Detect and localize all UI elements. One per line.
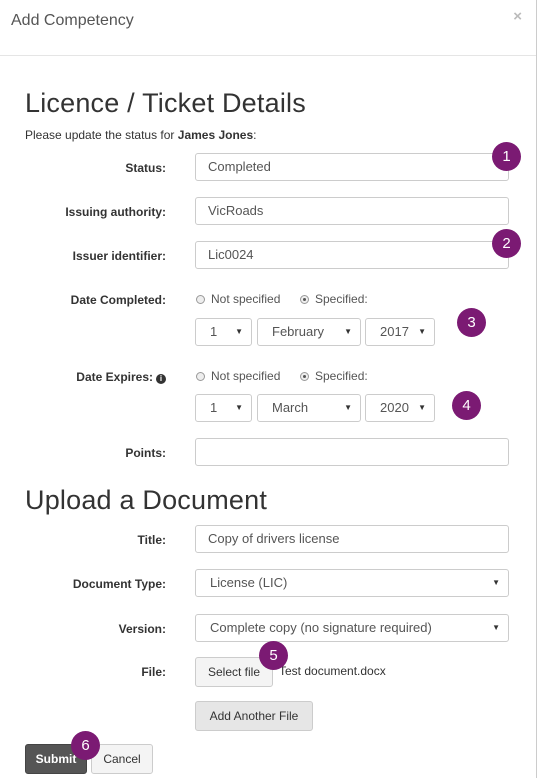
radio-icon <box>196 372 205 381</box>
issuing-authority-label: Issuing authority: <box>65 205 166 219</box>
caret-down-icon: ▼ <box>418 327 426 336</box>
title-label: Title: <box>137 533 166 547</box>
expires-specified-label: Specified: <box>315 369 368 383</box>
dialog-header: Add Competency × <box>0 0 536 56</box>
caret-down-icon: ▼ <box>492 623 500 632</box>
licence-heading: Licence / Ticket Details <box>25 88 306 118</box>
intro-text: Please update the status for James Jones… <box>25 128 257 142</box>
completed-day-select[interactable]: 1 ▼ <box>195 318 252 346</box>
points-label: Points: <box>125 446 166 460</box>
expires-not-specified-label: Not specified <box>211 369 281 383</box>
caret-down-icon: ▼ <box>235 327 243 336</box>
radio-selected-icon <box>300 372 309 381</box>
file-label: File: <box>141 665 166 679</box>
close-icon[interactable]: × <box>513 8 522 25</box>
expires-year-select[interactable]: 2020 ▼ <box>365 394 435 422</box>
intro-suffix: : <box>253 128 257 142</box>
callout-badge-3: 3 <box>457 308 486 337</box>
date-completed-label: Date Completed: <box>70 293 166 307</box>
info-icon[interactable]: i <box>156 374 166 384</box>
callout-badge-1: 1 <box>492 142 521 171</box>
status-label: Status: <box>125 161 166 175</box>
dialog-title: Add Competency <box>11 12 134 29</box>
caret-down-icon: ▼ <box>235 403 243 412</box>
file-name: Test document.docx <box>279 664 386 678</box>
completed-not-specified-label: Not specified <box>211 292 281 306</box>
callout-badge-4: 4 <box>452 391 481 420</box>
caret-down-icon: ▼ <box>492 578 500 587</box>
expires-not-specified-option[interactable]: Not specified <box>196 369 280 383</box>
intro-name: James Jones <box>177 128 254 142</box>
issuing-authority-input[interactable]: VicRoads <box>195 197 509 225</box>
add-competency-dialog: Add Competency × Licence / Ticket Detail… <box>0 0 537 778</box>
points-input[interactable] <box>195 438 509 466</box>
document-type-label: Document Type: <box>72 577 166 591</box>
callout-badge-6: 6 <box>71 731 100 760</box>
version-label: Version: <box>118 622 166 636</box>
caret-down-icon: ▼ <box>344 327 352 336</box>
completed-specified-label: Specified: <box>315 292 368 306</box>
completed-not-specified-option[interactable]: Not specified <box>196 292 280 306</box>
caret-down-icon: ▼ <box>418 403 426 412</box>
add-another-file-button[interactable]: Add Another File <box>195 701 313 731</box>
expires-day-select[interactable]: 1 ▼ <box>195 394 252 422</box>
date-expires-label: Date Expires: i <box>76 370 166 384</box>
radio-icon <box>196 295 205 304</box>
callout-badge-2: 2 <box>492 229 521 258</box>
status-field[interactable]: Completed <box>195 153 509 181</box>
expires-year-value: 2020 <box>380 400 409 415</box>
document-type-select[interactable]: License (LIC) ▼ <box>195 569 509 597</box>
document-type-value: License (LIC) <box>210 575 288 590</box>
upload-heading: Upload a Document <box>25 485 268 515</box>
expires-month-value: March <box>272 400 309 415</box>
issuer-identifier-label: Issuer identifier: <box>72 249 166 263</box>
expires-month-select[interactable]: March ▼ <box>257 394 361 422</box>
completed-day-value: 1 <box>210 324 218 339</box>
cancel-button[interactable]: Cancel <box>91 744 153 774</box>
completed-year-value: 2017 <box>380 324 409 339</box>
callout-badge-5: 5 <box>259 641 288 670</box>
intro-prefix: Please update the status for <box>25 128 178 142</box>
issuer-identifier-input[interactable]: Lic0024 <box>195 241 509 269</box>
completed-specified-option[interactable]: Specified: <box>300 292 368 306</box>
completed-month-select[interactable]: February ▼ <box>257 318 361 346</box>
caret-down-icon: ▼ <box>344 403 352 412</box>
version-value: Complete copy (no signature required) <box>210 620 432 635</box>
version-select[interactable]: Complete copy (no signature required) ▼ <box>195 614 509 642</box>
completed-year-select[interactable]: 2017 ▼ <box>365 318 435 346</box>
date-expires-text: Date Expires: <box>76 370 153 384</box>
completed-month-value: February <box>272 324 325 339</box>
title-input[interactable]: Copy of drivers license <box>195 525 509 553</box>
radio-selected-icon <box>300 295 309 304</box>
expires-day-value: 1 <box>210 400 218 415</box>
expires-specified-option[interactable]: Specified: <box>300 369 368 383</box>
